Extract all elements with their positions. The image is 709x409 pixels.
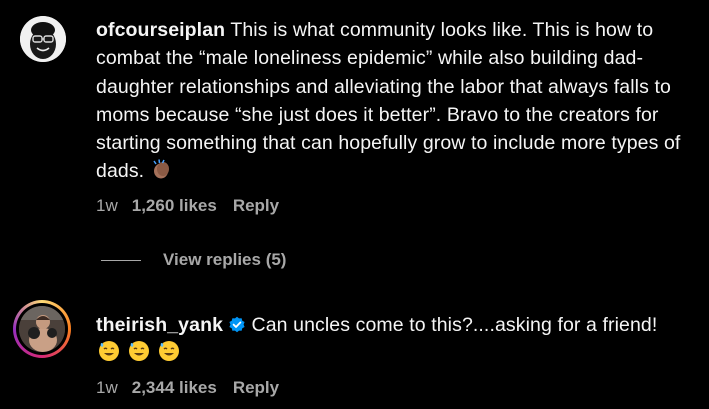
comment-text: Can uncles come to this?....asking for a…: [246, 314, 658, 336]
avatar[interactable]: [19, 306, 65, 352]
username[interactable]: ofcourseiplan: [96, 19, 225, 41]
comment-text: This is what community looks like. This …: [96, 19, 681, 183]
view-replies-label: View replies (5): [163, 250, 287, 269]
smiling-face-with-sweat-icon: [128, 340, 150, 367]
replies-divider: [101, 259, 141, 261]
avatar[interactable]: [20, 16, 66, 62]
clapping-hands-icon: [150, 158, 172, 188]
smiling-face-with-sweat-icon: [98, 340, 120, 367]
comment-age: 1w: [96, 196, 118, 215]
likes-count[interactable]: 2,344 likes: [132, 378, 217, 398]
comment-meta: 1w 1,260 likes Reply: [96, 196, 279, 216]
comment-text-block: ofcourseiplan This is what community loo…: [96, 16, 696, 189]
emoji-row: [98, 340, 180, 367]
likes-count[interactable]: 1,260 likes: [132, 196, 217, 216]
comment-text-block: theirish_yank Can uncles come to this?..…: [96, 311, 696, 342]
reply-button[interactable]: Reply: [233, 378, 279, 398]
username[interactable]: theirish_yank: [96, 314, 223, 336]
reply-button[interactable]: Reply: [233, 196, 279, 216]
story-ring[interactable]: [13, 300, 71, 358]
comment-age: 1w: [96, 378, 118, 397]
comment-meta: 1w 2,344 likes Reply: [96, 378, 279, 398]
verified-badge-icon: [228, 314, 246, 342]
view-replies-button[interactable]: View replies (5): [101, 250, 286, 270]
smiling-face-with-sweat-icon: [158, 340, 180, 367]
